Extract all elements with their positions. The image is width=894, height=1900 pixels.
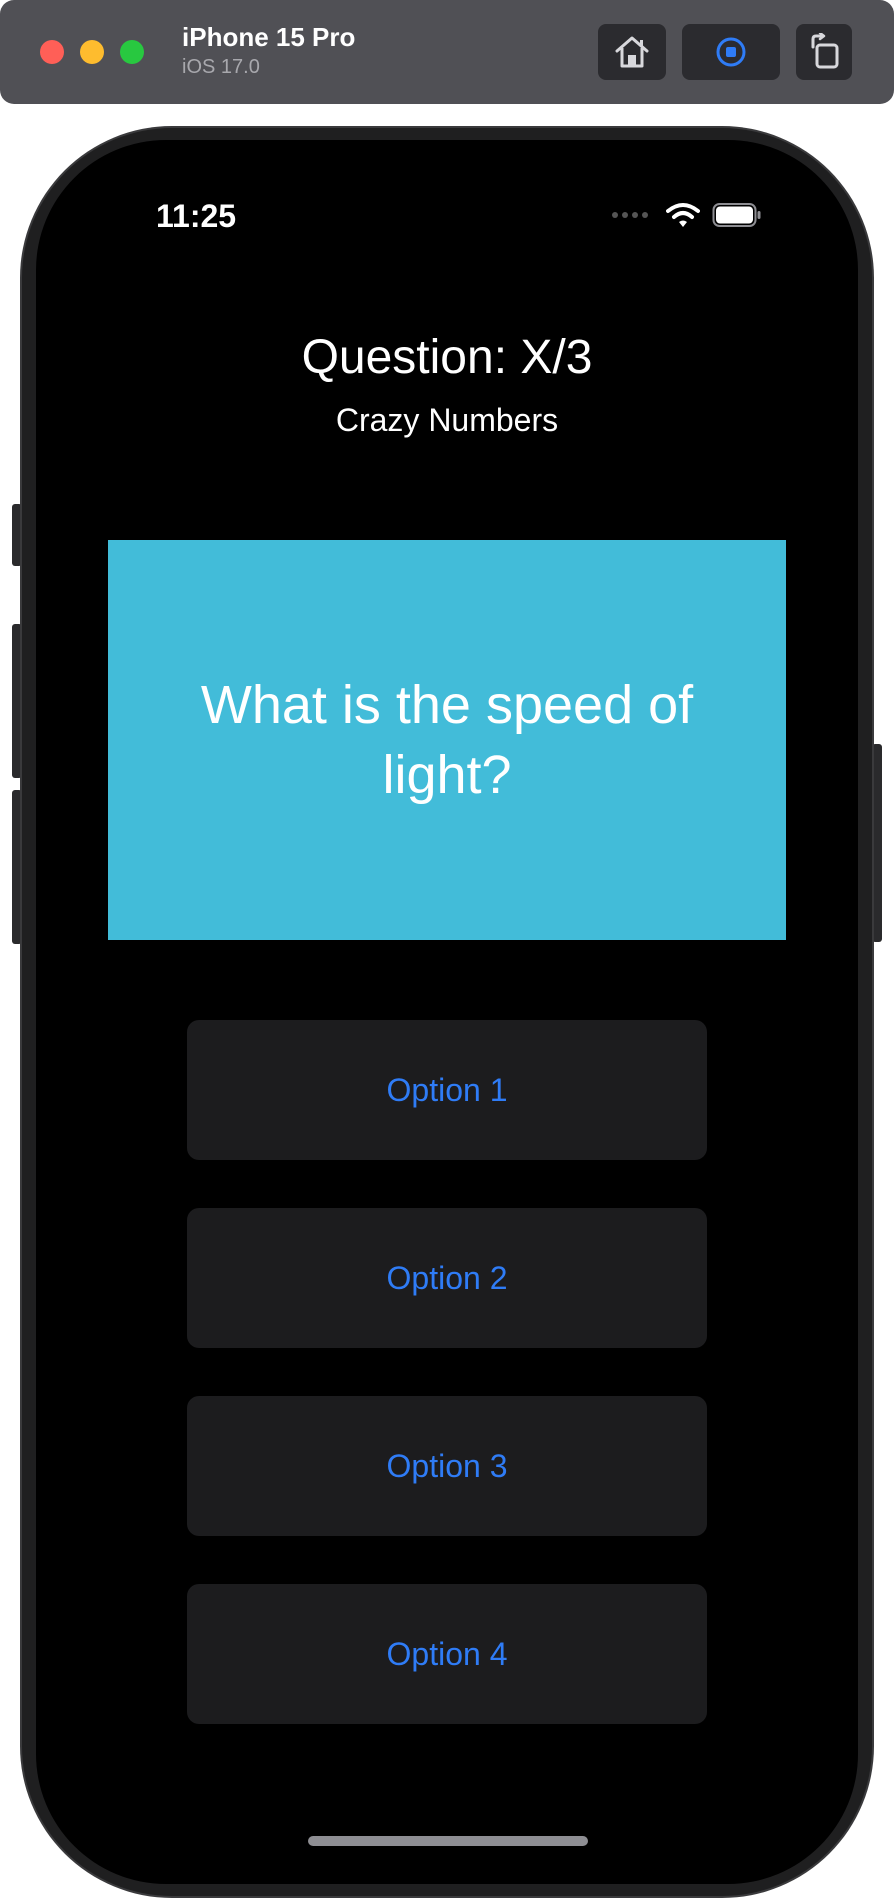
screenshot-button[interactable] <box>682 24 780 80</box>
home-indicator[interactable] <box>308 1836 588 1846</box>
action-button <box>12 504 22 566</box>
device-name: iPhone 15 Pro <box>182 22 356 52</box>
option-4-button[interactable]: Option 4 <box>187 1584 707 1724</box>
os-version: iOS 17.0 <box>182 56 260 78</box>
battery-icon <box>712 203 761 227</box>
device-screen: 11:25 Question: X/3 Crazy Numbers What i… <box>36 140 858 1884</box>
volume-down-button <box>12 790 22 944</box>
minimize-window-button[interactable] <box>80 40 104 64</box>
home-icon <box>615 36 649 68</box>
volume-up-button <box>12 624 22 778</box>
signal-icon <box>612 212 648 218</box>
wifi-icon <box>666 203 700 227</box>
home-button[interactable] <box>598 24 666 80</box>
question-progress-title: Question: X/3 <box>301 331 593 384</box>
status-time: 11:25 <box>156 198 237 234</box>
question-text: What is the speed of light? <box>200 675 694 805</box>
power-button <box>872 744 882 942</box>
zoom-window-button[interactable] <box>120 40 144 64</box>
option-2-button[interactable]: Option 2 <box>187 1208 707 1348</box>
simulator-title-bar: iPhone 15 Pro iOS 17.0 <box>0 0 894 104</box>
option-1-button[interactable]: Option 1 <box>187 1020 707 1160</box>
rotate-button[interactable] <box>796 24 852 80</box>
question-card: What is the speed of light? <box>108 540 786 940</box>
rotate-icon <box>811 33 839 69</box>
status-icons <box>612 202 762 228</box>
screenshot-icon <box>716 37 746 67</box>
close-window-button[interactable] <box>40 40 64 64</box>
quiz-category: Crazy Numbers <box>335 402 559 438</box>
option-3-button[interactable]: Option 3 <box>187 1396 707 1536</box>
